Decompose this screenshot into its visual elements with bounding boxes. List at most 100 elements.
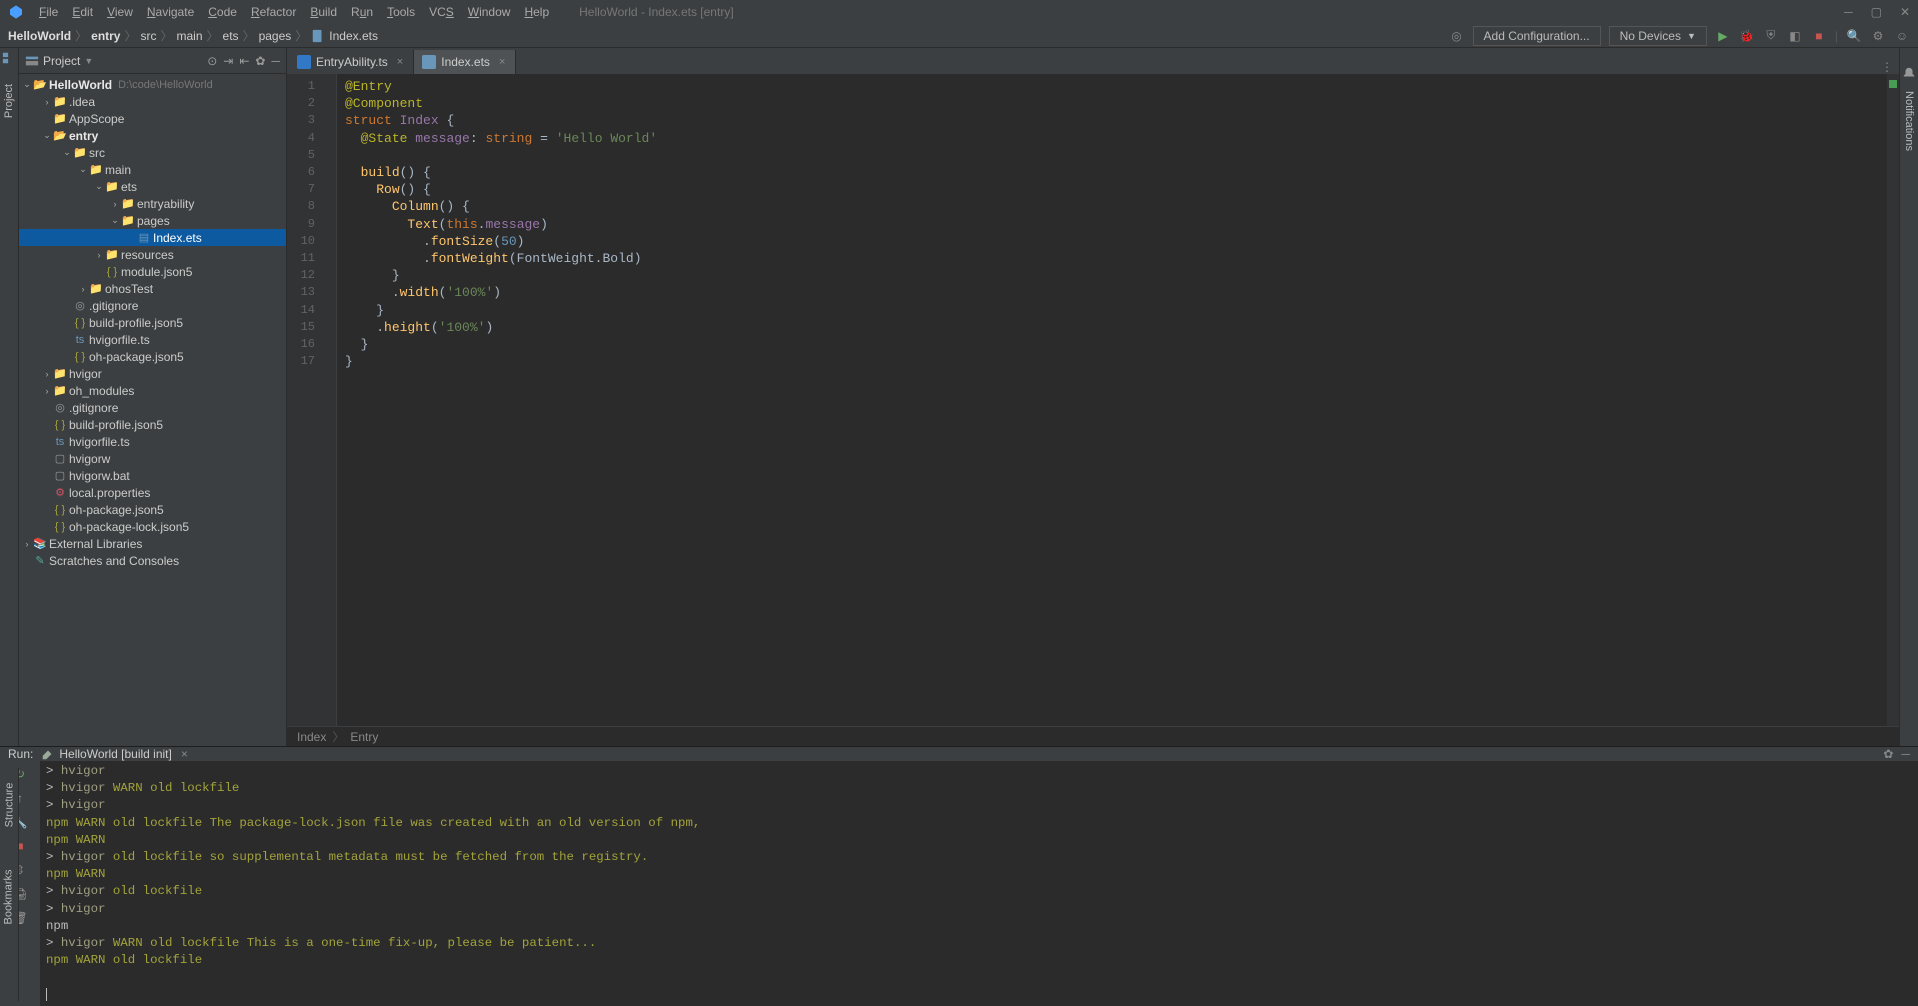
hide-icon[interactable]: ─ (271, 54, 280, 68)
error-stripe[interactable] (1887, 74, 1899, 726)
code-editor[interactable]: @Entry @Component struct Index { @State … (337, 74, 1887, 726)
tree-resources[interactable]: ›📁resources (19, 246, 286, 263)
run-tab-close-icon[interactable]: × (181, 747, 188, 761)
crumb-main[interactable]: main (177, 29, 203, 43)
ets-file-icon (422, 55, 436, 69)
window-controls: ─ ▢ ✕ (1844, 5, 1910, 19)
tree-hvigorw[interactable]: ▢hvigorw (19, 450, 286, 467)
tab-entry-ability[interactable]: EntryAbility.ts× (289, 50, 414, 74)
tree-build-profile[interactable]: { }build-profile.json5 (19, 314, 286, 331)
menu-file[interactable]: File (34, 3, 63, 21)
tree-scratches[interactable]: ✎Scratches and Consoles (19, 552, 286, 569)
stop-icon[interactable]: ■ (1811, 29, 1827, 43)
collapse-icon[interactable]: ⇤ (239, 54, 249, 68)
project-tab[interactable]: Project (3, 84, 15, 118)
menu-run[interactable]: Run (346, 3, 378, 21)
run-label: Run: (8, 747, 33, 761)
tree-gitignore2[interactable]: ◎.gitignore (19, 399, 286, 416)
menu-vcs[interactable]: VCS (424, 3, 459, 21)
tree-src[interactable]: ⌄📁src (19, 144, 286, 161)
line-gutter: 1234567891011121314151617 (287, 74, 323, 726)
crumb-index[interactable]: Index (297, 730, 326, 744)
tree-root[interactable]: ⌄📂HelloWorldD:\code\HelloWorld (19, 76, 286, 93)
main-menu: File Edit View Navigate Code Refactor Bu… (34, 3, 554, 21)
search-icon[interactable]: 🔍 (1846, 29, 1862, 43)
crumb-file[interactable]: Index.ets (329, 29, 378, 43)
menu-navigate[interactable]: Navigate (142, 3, 199, 21)
menu-view[interactable]: View (102, 3, 138, 21)
project-dropdown-icon[interactable] (25, 54, 39, 68)
tree-local-props[interactable]: ⚙local.properties (19, 484, 286, 501)
project-tree[interactable]: ⌄📂HelloWorldD:\code\HelloWorld ›📁.idea 📁… (19, 74, 286, 746)
tree-ets[interactable]: ⌄📁ets (19, 178, 286, 195)
notifications-tab[interactable]: Notifications (1903, 91, 1915, 151)
tree-hvigorfile[interactable]: tshvigorfile.ts (19, 331, 286, 348)
crumb-ets[interactable]: ets (223, 29, 239, 43)
tab-close-icon[interactable]: × (499, 56, 505, 68)
tree-oh-package-lock[interactable]: { }oh-package-lock.json5 (19, 518, 286, 535)
profile-icon[interactable]: ◧ (1787, 29, 1803, 43)
hammer-icon (41, 747, 55, 761)
tab-close-icon[interactable]: × (397, 56, 403, 68)
debug-icon[interactable]: 🐞 (1739, 29, 1755, 43)
maximize-button[interactable]: ▢ (1871, 5, 1882, 19)
crumb-entry[interactable]: entry (91, 29, 120, 43)
target-icon[interactable]: ◎ (1449, 29, 1465, 43)
run-output[interactable]: > hvigor> hvigor WARN old lockfile> hvig… (40, 761, 1918, 1006)
menu-build[interactable]: Build (305, 3, 342, 21)
run-panel-header: Run: HelloWorld [build init]× ✿ ─ (0, 747, 1918, 761)
crumb-pages[interactable]: pages (259, 29, 292, 43)
devices-dropdown[interactable]: No Devices ▼ (1609, 26, 1707, 46)
close-button[interactable]: ✕ (1900, 5, 1910, 19)
ts-file-icon (297, 55, 311, 69)
structure-tab[interactable]: Structure (3, 783, 15, 828)
menu-refactor[interactable]: Refactor (246, 3, 301, 21)
tree-gitignore[interactable]: ◎.gitignore (19, 297, 286, 314)
tree-external-libs[interactable]: ›📚External Libraries (19, 535, 286, 552)
locate-icon[interactable]: ⊙ (207, 54, 217, 68)
tree-hvigorw-bat[interactable]: ▢hvigorw.bat (19, 467, 286, 484)
minimize-button[interactable]: ─ (1844, 5, 1853, 19)
tree-build-profile2[interactable]: { }build-profile.json5 (19, 416, 286, 433)
bookmarks-tab[interactable]: Bookmarks (3, 869, 15, 924)
run-config-tab[interactable]: HelloWorld [build init]× (41, 747, 188, 761)
gear-icon[interactable]: ✿ (255, 54, 265, 68)
crumb-entry[interactable]: Entry (350, 730, 378, 744)
tree-entryability[interactable]: ›📁entryability (19, 195, 286, 212)
tree-index-ets[interactable]: ▤Index.ets (19, 229, 286, 246)
tree-oh-package2[interactable]: { }oh-package.json5 (19, 501, 286, 518)
hide-panel-icon[interactable]: ─ (1901, 747, 1910, 761)
tree-hvigor[interactable]: ›📁hvigor (19, 365, 286, 382)
crumb-src[interactable]: src (141, 29, 157, 43)
tree-hvigorfile2[interactable]: tshvigorfile.ts (19, 433, 286, 450)
account-icon[interactable]: ☺ (1894, 29, 1910, 43)
tab-index-ets[interactable]: Index.ets× (414, 50, 516, 74)
bell-icon[interactable] (1902, 66, 1916, 80)
menu-tools[interactable]: Tools (382, 3, 420, 21)
menu-window[interactable]: Window (463, 3, 516, 21)
tree-module-json[interactable]: { }module.json5 (19, 263, 286, 280)
tree-oh-package[interactable]: { }oh-package.json5 (19, 348, 286, 365)
tree-ohostest[interactable]: ›📁ohosTest (19, 280, 286, 297)
project-panel: Project ▼ ⊙ ⇥ ⇤ ✿ ─ ⌄📂HelloWorldD:\code\… (19, 48, 287, 746)
expand-icon[interactable]: ⇥ (223, 54, 233, 68)
chevron-down-icon[interactable]: ▼ (84, 56, 93, 66)
project-strip-icon[interactable] (2, 51, 16, 65)
menu-edit[interactable]: Edit (67, 3, 98, 21)
tree-entry[interactable]: ⌄📂entry (19, 127, 286, 144)
menu-help[interactable]: Help (519, 3, 554, 21)
run-icon[interactable]: ▶ (1715, 29, 1731, 43)
gear-icon[interactable]: ✿ (1883, 747, 1893, 761)
coverage-icon[interactable]: ⛨ (1763, 28, 1779, 43)
tabs-options-icon[interactable]: ⋮ (1881, 60, 1899, 74)
tree-oh-modules[interactable]: ›📁oh_modules (19, 382, 286, 399)
fold-column[interactable] (323, 74, 337, 726)
settings-icon[interactable]: ⚙ (1870, 29, 1886, 43)
tree-idea[interactable]: ›📁.idea (19, 93, 286, 110)
menu-code[interactable]: Code (203, 3, 242, 21)
crumb-project[interactable]: HelloWorld (8, 29, 71, 43)
tree-pages[interactable]: ⌄📁pages (19, 212, 286, 229)
add-configuration-button[interactable]: Add Configuration... (1473, 26, 1601, 46)
tree-appscope[interactable]: 📁AppScope (19, 110, 286, 127)
tree-main[interactable]: ⌄📁main (19, 161, 286, 178)
